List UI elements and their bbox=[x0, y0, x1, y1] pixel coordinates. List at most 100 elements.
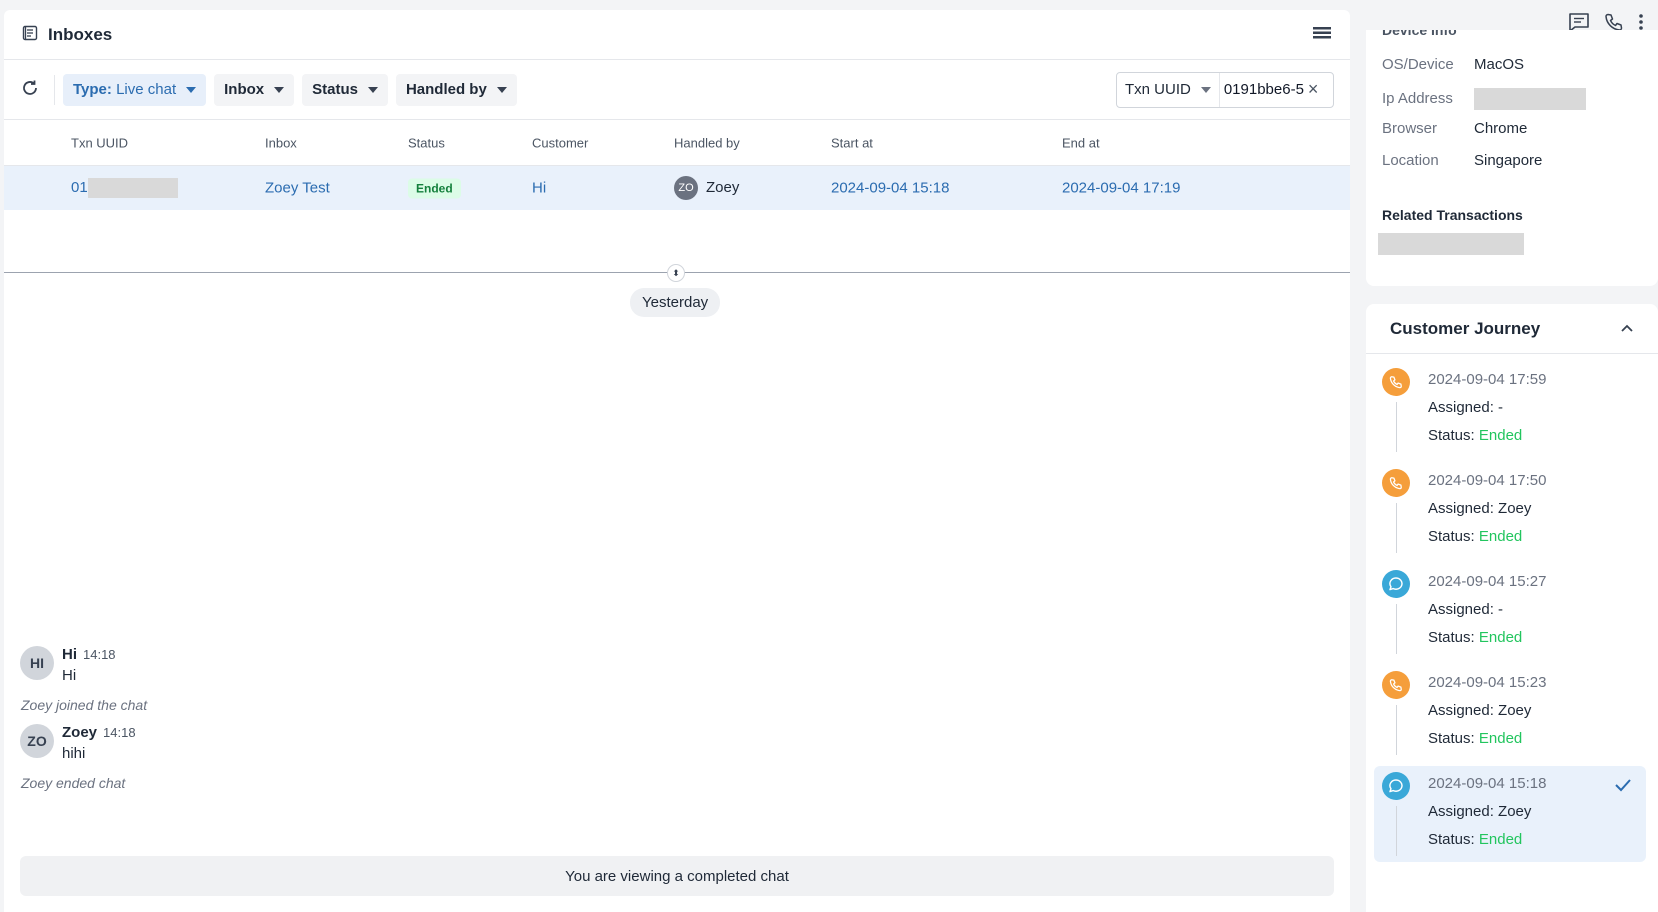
journey-assigned: Assigned: Zoey bbox=[1428, 495, 1546, 523]
customer-journey-title: Customer Journey bbox=[1390, 318, 1541, 338]
message-sender: Zoey bbox=[62, 724, 98, 741]
journey-status: Status: Ended bbox=[1428, 422, 1546, 450]
device-info-card: Device Info OS/Device MacOS Ip Address Br… bbox=[1366, 30, 1658, 286]
col-end-at[interactable]: End at bbox=[1062, 135, 1100, 150]
journey-item-details: 2024-09-04 15:23 Assigned: Zoey Status: En… bbox=[1428, 669, 1546, 753]
status-value: Ended bbox=[1478, 427, 1523, 444]
start-at-cell[interactable]: 2024-09-04 15:18 bbox=[831, 180, 949, 197]
journey-assigned: Assigned: - bbox=[1428, 596, 1546, 624]
journey-item[interactable]: 2024-09-04 15:27 Assigned: - Status: Ended bbox=[1374, 564, 1646, 660]
chat-bubble-icon bbox=[1382, 570, 1410, 598]
chat-message: HI Hi 14:18 Hi bbox=[20, 646, 116, 684]
journey-status: Status: Ended bbox=[1428, 624, 1546, 652]
assigned-label: Assigned: bbox=[1428, 601, 1494, 618]
journey-item-details: 2024-09-04 15:27 Assigned: - Status: Ended bbox=[1428, 568, 1546, 652]
journey-status: Status: Ended bbox=[1428, 725, 1546, 753]
redacted-related-transaction[interactable] bbox=[1378, 233, 1524, 255]
timeline-connector bbox=[1396, 705, 1397, 755]
assigned-value: Zoey bbox=[1498, 702, 1532, 719]
menu-icon[interactable] bbox=[1312, 25, 1332, 45]
status-label: Status: bbox=[1428, 427, 1475, 444]
txn-uuid-prefix: 01 bbox=[71, 178, 88, 196]
col-status[interactable]: Status bbox=[408, 135, 445, 150]
assigned-value: Zoey bbox=[1498, 500, 1532, 517]
message-time: 14:18 bbox=[83, 647, 116, 662]
journey-assigned: Assigned: Zoey bbox=[1428, 798, 1546, 826]
device-key: Browser bbox=[1382, 120, 1438, 137]
journey-assigned: Assigned: - bbox=[1428, 394, 1546, 422]
status-label: Status: bbox=[1428, 629, 1475, 646]
status-filter[interactable]: Status bbox=[302, 73, 388, 106]
search-field-select[interactable]: Txn UUID bbox=[1117, 72, 1220, 107]
device-value: Chrome bbox=[1474, 120, 1528, 137]
journey-item[interactable]: 2024-09-04 15:23 Assigned: Zoey Status: En… bbox=[1374, 665, 1646, 761]
journey-time: 2024-09-04 15:27 bbox=[1428, 573, 1547, 590]
txn-uuid-cell[interactable]: 01 bbox=[71, 178, 178, 198]
journey-time: 2024-09-04 15:18 bbox=[1428, 775, 1547, 792]
avatar: ZO bbox=[674, 176, 698, 200]
type-filter[interactable]: Type: Live chat bbox=[63, 73, 207, 106]
assigned-value: - bbox=[1498, 601, 1504, 618]
timeline-connector bbox=[1396, 806, 1397, 856]
search-input[interactable] bbox=[1223, 81, 1304, 98]
assigned-value: Zoey bbox=[1498, 803, 1532, 820]
journey-item[interactable]: 2024-09-04 17:59 Assigned: - Status: Ended bbox=[1374, 362, 1646, 458]
timeline-connector bbox=[1396, 604, 1397, 654]
handled-by-cell: ZO Zoey bbox=[674, 176, 739, 200]
search-box: Txn UUID × bbox=[1116, 71, 1334, 108]
journey-item[interactable]: 2024-09-04 15:18 Assigned: Zoey Status: En… bbox=[1374, 766, 1646, 862]
customer-cell[interactable]: Hi bbox=[532, 180, 546, 197]
col-start-at[interactable]: Start at bbox=[831, 135, 873, 150]
splitter-handle-icon[interactable]: ⬍ bbox=[667, 264, 685, 282]
customer-journey-header[interactable]: Customer Journey bbox=[1366, 304, 1658, 354]
caret-down-icon bbox=[186, 86, 197, 93]
phone-icon bbox=[1382, 368, 1410, 396]
caret-down-icon bbox=[367, 86, 378, 93]
toolbar-divider bbox=[54, 74, 55, 105]
device-row: Browser Chrome bbox=[1382, 120, 1527, 137]
assigned-label: Assigned: bbox=[1428, 702, 1494, 719]
date-separator: Yesterday bbox=[630, 288, 721, 317]
chevron-up-icon[interactable] bbox=[1620, 320, 1634, 338]
system-message: Zoey ended chat bbox=[21, 775, 126, 791]
timeline-connector bbox=[1396, 402, 1397, 452]
col-inbox[interactable]: Inbox bbox=[265, 135, 297, 150]
refresh-icon[interactable] bbox=[20, 78, 40, 102]
status-filter-label: Status bbox=[312, 81, 358, 98]
device-value: MacOS bbox=[1474, 56, 1525, 73]
chat-message: ZO Zoey 14:18 hihi bbox=[20, 724, 136, 762]
journey-item[interactable]: 2024-09-04 17:50 Assigned: Zoey Status: En… bbox=[1374, 463, 1646, 559]
assigned-label: Assigned: bbox=[1428, 399, 1494, 416]
col-txn-uuid[interactable]: Txn UUID bbox=[71, 135, 128, 150]
device-row: Location Singapore bbox=[1382, 152, 1542, 169]
caret-down-icon bbox=[496, 86, 507, 93]
type-filter-label: Type: bbox=[73, 81, 112, 98]
clear-search-icon[interactable]: × bbox=[1308, 79, 1319, 100]
filter-toolbar: Type: Live chat Inbox Status Handled by … bbox=[4, 60, 1350, 120]
inbox-list-icon bbox=[22, 25, 38, 45]
inbox-cell[interactable]: Zoey Test bbox=[265, 180, 330, 197]
device-key: OS/Device bbox=[1382, 56, 1454, 73]
message-time: 14:18 bbox=[103, 725, 136, 740]
customer-journey-card: Customer Journey 2024-09-04 17:59 Assigne… bbox=[1366, 304, 1658, 912]
system-message: Zoey joined the chat bbox=[21, 697, 148, 713]
checkmark-icon bbox=[1614, 776, 1632, 797]
handled-by-filter[interactable]: Handled by bbox=[395, 73, 517, 106]
device-key: Ip Address bbox=[1382, 89, 1453, 107]
type-filter-value: Live chat bbox=[116, 81, 177, 98]
journey-time: 2024-09-04 17:50 bbox=[1428, 472, 1547, 489]
phone-icon bbox=[1382, 469, 1410, 497]
status-value: Ended bbox=[1478, 528, 1523, 545]
end-at-cell[interactable]: 2024-09-04 17:19 bbox=[1062, 180, 1180, 197]
phone-icon bbox=[1382, 671, 1410, 699]
col-customer[interactable]: Customer bbox=[532, 135, 588, 150]
journey-item-details: 2024-09-04 17:50 Assigned: Zoey Status: En… bbox=[1428, 467, 1546, 551]
status-value: Ended bbox=[1478, 831, 1523, 848]
status-badge: Ended bbox=[408, 178, 461, 199]
journey-status: Status: Ended bbox=[1428, 523, 1546, 551]
completed-chat-banner: You are viewing a completed chat bbox=[20, 856, 1334, 896]
table-row[interactable]: 01 Zoey Test Ended Hi ZO Zoey 2024-09-04 … bbox=[4, 166, 1350, 210]
col-handled-by[interactable]: Handled by bbox=[674, 135, 740, 150]
avatar: HI bbox=[20, 646, 54, 680]
inbox-filter[interactable]: Inbox bbox=[214, 73, 295, 106]
